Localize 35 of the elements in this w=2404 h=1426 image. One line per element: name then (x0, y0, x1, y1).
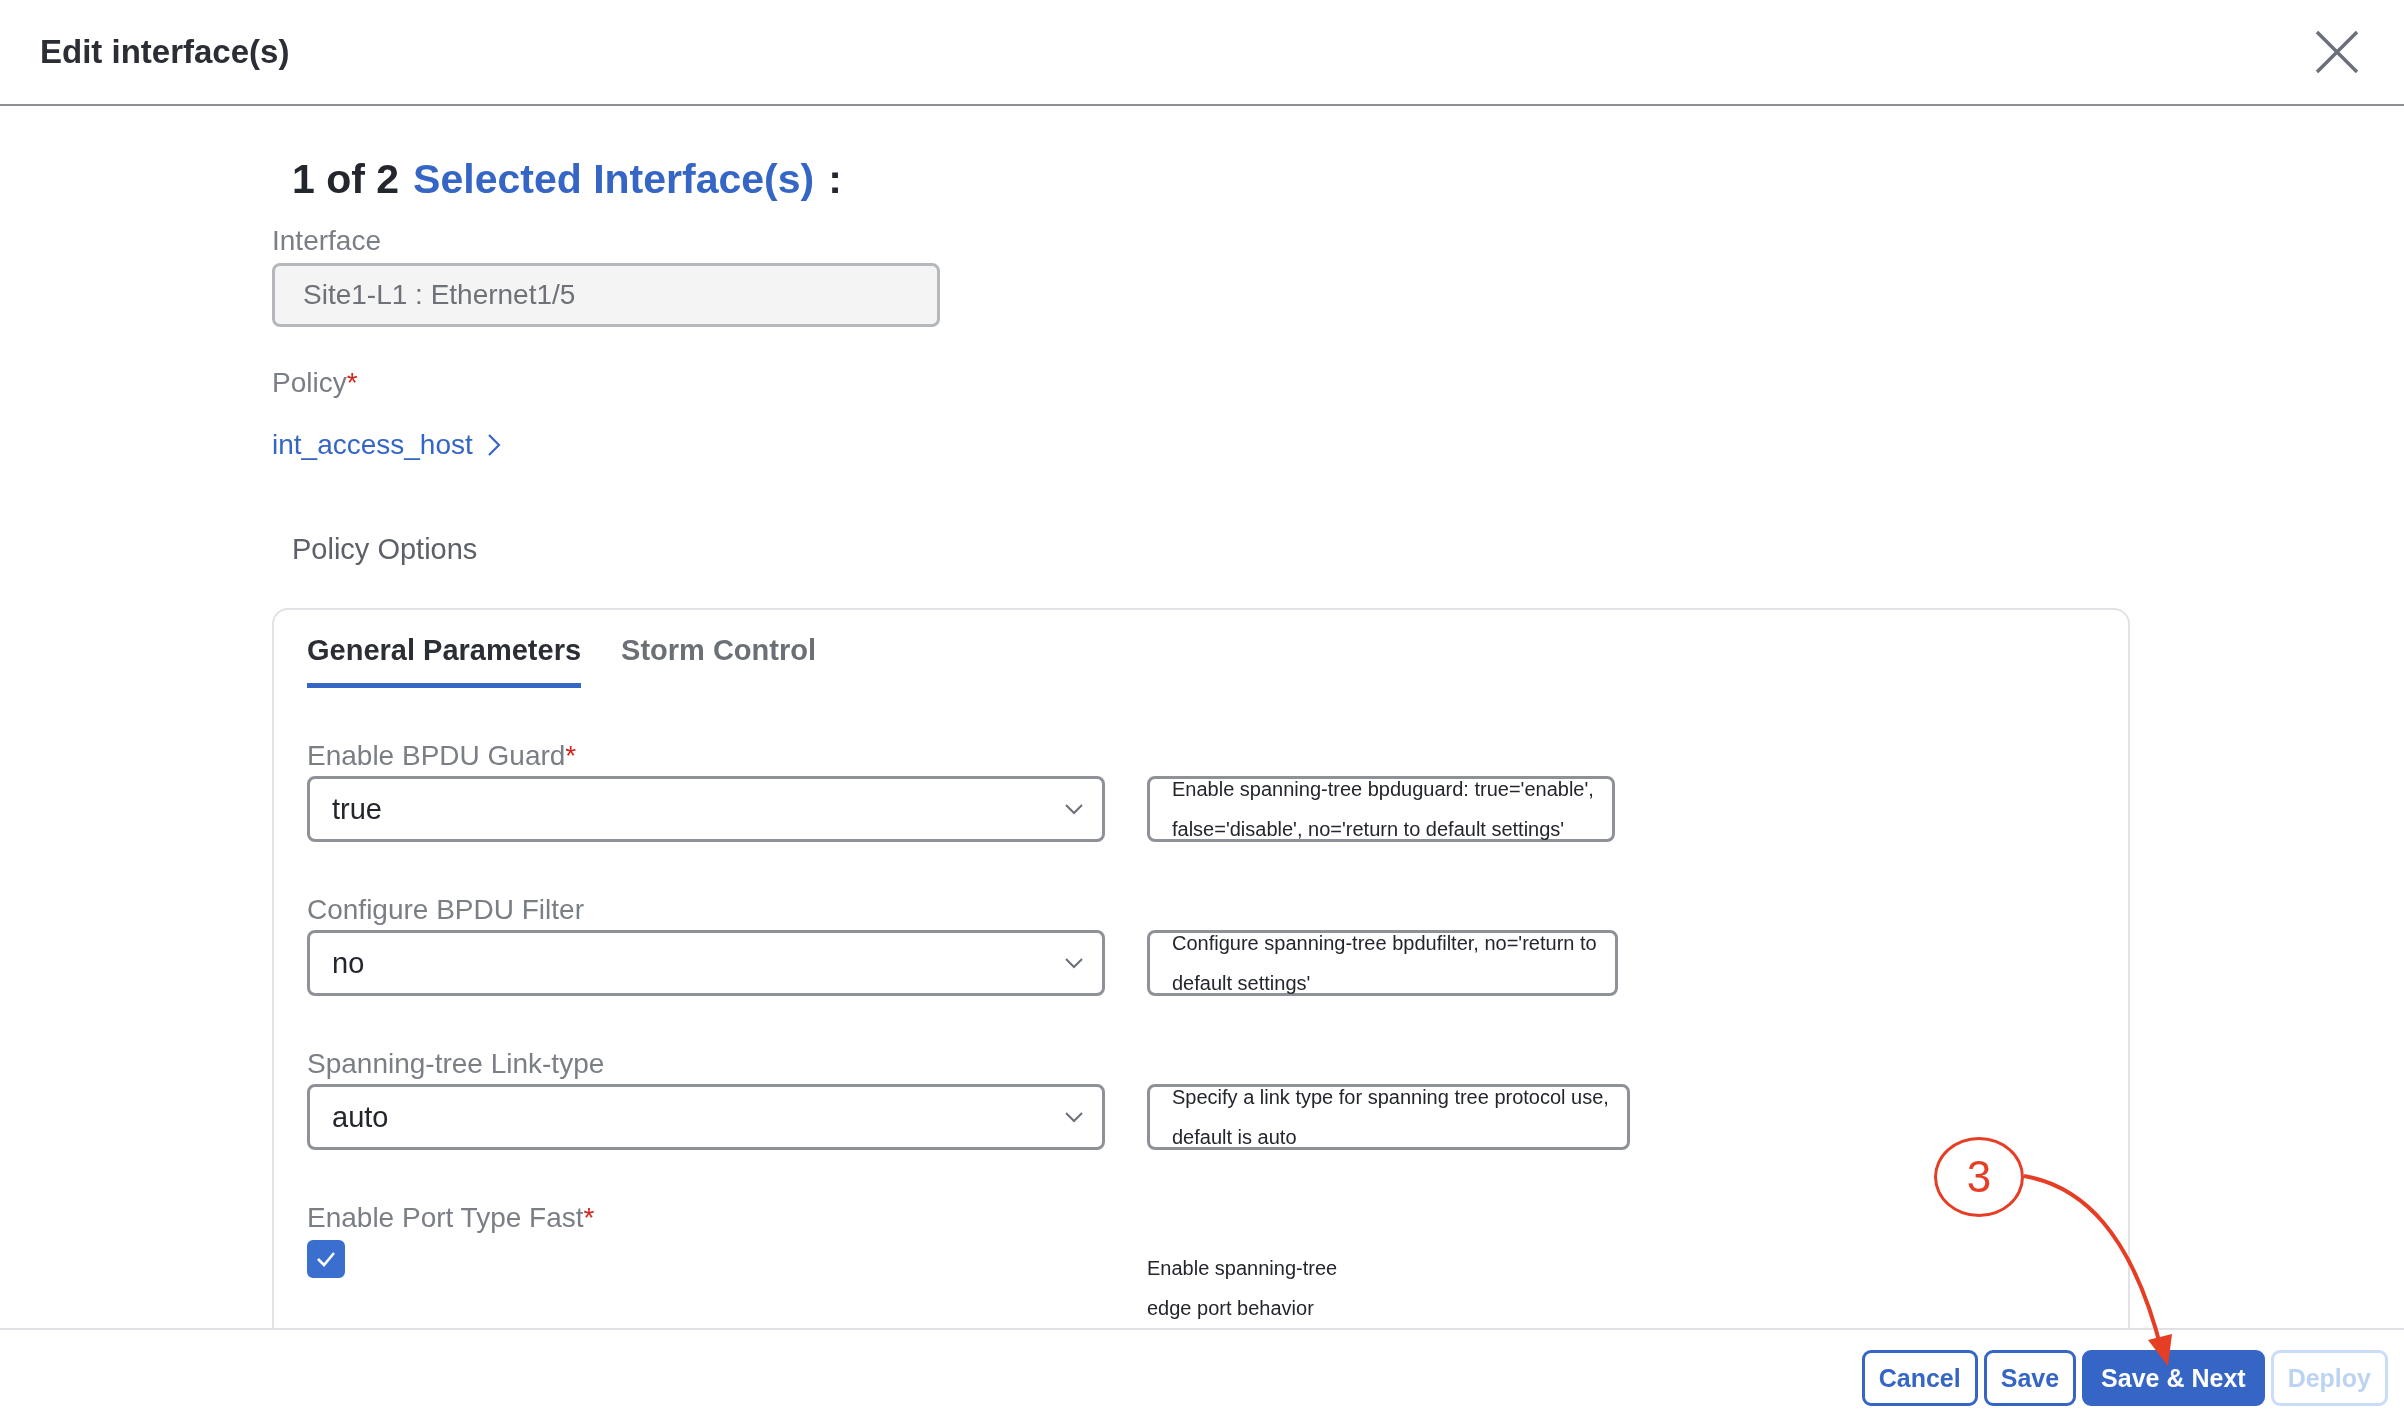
checkmark-icon (315, 1250, 337, 1268)
required-asterisk: * (565, 740, 577, 771)
required-asterisk: * (583, 1202, 595, 1233)
field-label: Enable BPDU Guard* (307, 740, 578, 772)
tab[interactable]: Storm Control (621, 634, 816, 688)
close-icon[interactable] (2314, 29, 2360, 75)
caret-icon (1064, 1111, 1084, 1123)
help-text: Configure spanning-tree bpdufilter, no='return to default settings' (1147, 930, 1618, 996)
interface-label: Interface (272, 225, 381, 257)
field-label: Configure BPDU Filter (307, 894, 585, 926)
dropdown[interactable]: no (307, 930, 1105, 996)
caret-icon (1064, 803, 1084, 815)
field-label: Spanning-tree Link-type (307, 1048, 606, 1080)
field-label: Enable Port Type Fast* (307, 1202, 596, 1234)
dialog-title: Edit interface(s) (40, 33, 290, 71)
selection-counter: 1 of 2 (292, 156, 400, 203)
step-marker: 3 (1934, 1137, 2024, 1217)
policy-link[interactable]: int_access_host (272, 429, 473, 461)
dropdown[interactable]: auto (307, 1084, 1105, 1150)
primary-button[interactable]: Save & Next (2082, 1350, 2265, 1406)
required-asterisk: * (346, 367, 358, 398)
selected-interfaces-link[interactable]: Selected Interface(s) (413, 156, 815, 203)
heading-colon: : (828, 156, 842, 203)
chevron-right-icon[interactable] (486, 433, 501, 457)
help-text: Enable spanning-tree bpduguard: true='enable', false='disable', no='return to default settings' (1147, 776, 1615, 842)
help-text: Enable spanning-tree edge port behavior (1147, 1256, 1338, 1321)
dropdown[interactable]: true (307, 776, 1105, 842)
caret-icon (1064, 957, 1084, 969)
help-text: Specify a link type for spanning tree protocol use, default is auto (1147, 1084, 1630, 1150)
button[interactable]: Save (1983, 1350, 2077, 1406)
section-title: Policy Options (292, 533, 478, 566)
policy-label: Policy* (272, 367, 358, 399)
button[interactable]: Cancel (1861, 1350, 1978, 1406)
tab[interactable]: General Parameters (307, 634, 582, 688)
checkbox[interactable] (307, 1240, 345, 1278)
